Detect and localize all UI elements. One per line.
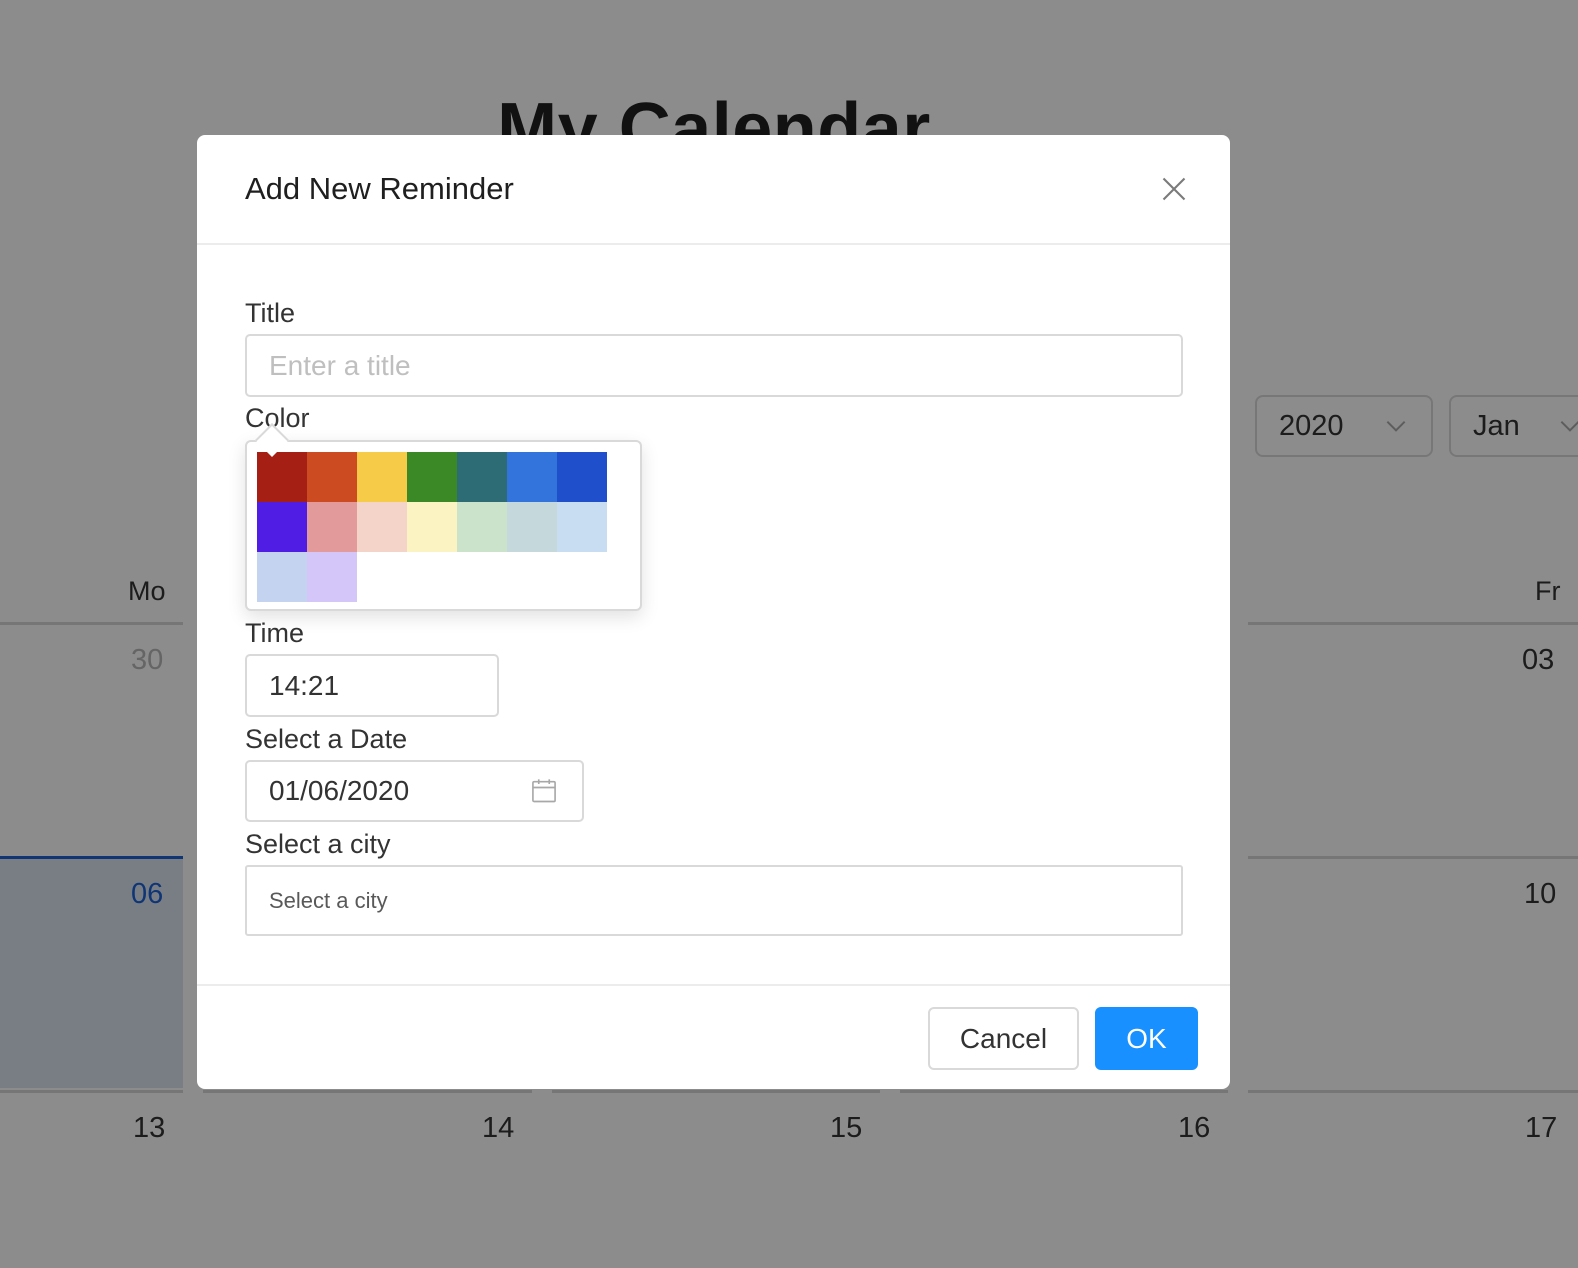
- modal-header: Add New Reminder: [197, 135, 1230, 245]
- time-input[interactable]: [245, 654, 499, 717]
- color-swatch[interactable]: [507, 452, 557, 502]
- color-swatch[interactable]: [507, 502, 557, 552]
- color-swatch[interactable]: [457, 452, 507, 502]
- color-swatch[interactable]: [307, 552, 357, 602]
- color-swatch[interactable]: [357, 502, 407, 552]
- close-icon: [1160, 175, 1188, 208]
- time-label: Time: [245, 618, 304, 648]
- color-swatch[interactable]: [257, 552, 307, 602]
- color-swatch[interactable]: [407, 452, 457, 502]
- date-label: Select a Date: [245, 724, 408, 754]
- color-swatch[interactable]: [357, 452, 407, 502]
- title-input[interactable]: [245, 334, 1183, 397]
- color-swatch[interactable]: [457, 502, 507, 552]
- date-input[interactable]: [247, 762, 507, 820]
- color-picker-popover: [245, 440, 642, 611]
- city-select-placeholder: Select a city: [269, 887, 388, 913]
- modal-footer: Cancel OK: [197, 984, 1230, 1089]
- color-swatch[interactable]: [307, 452, 357, 502]
- color-swatch-grid: [257, 452, 607, 602]
- color-swatch[interactable]: [557, 452, 607, 502]
- title-label: Title: [245, 298, 296, 328]
- color-swatch[interactable]: [407, 502, 457, 552]
- modal-title: Add New Reminder: [245, 171, 514, 206]
- calendar-icon[interactable]: [530, 777, 558, 805]
- color-swatch[interactable]: [307, 502, 357, 552]
- color-swatch[interactable]: [257, 502, 307, 552]
- city-label: Select a city: [245, 829, 391, 859]
- color-swatch[interactable]: [257, 452, 307, 502]
- city-select[interactable]: Select a city: [245, 865, 1183, 936]
- add-reminder-modal: Add New Reminder Title Color Time Select…: [197, 135, 1230, 1089]
- color-swatch[interactable]: [557, 502, 607, 552]
- date-picker[interactable]: [245, 760, 584, 822]
- close-button[interactable]: [1154, 171, 1194, 211]
- cancel-button[interactable]: Cancel: [928, 1007, 1079, 1070]
- ok-button[interactable]: OK: [1095, 1007, 1198, 1070]
